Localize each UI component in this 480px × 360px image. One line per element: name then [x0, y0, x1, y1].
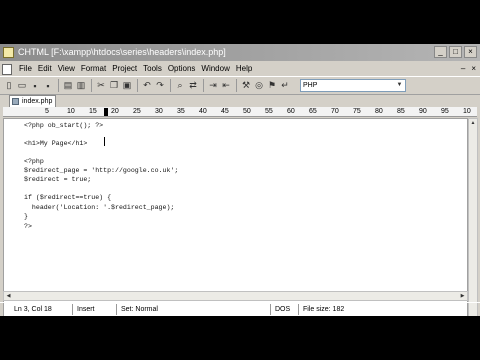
code-line: header('Location: '.$redirect_page); [24, 204, 175, 211]
copy-icon[interactable]: ❐ [108, 80, 120, 92]
find-icon[interactable]: ⌕ [174, 80, 186, 92]
code-line: <?php ob_start(); ?> [24, 122, 104, 129]
code-editor[interactable]: <?php ob_start(); ?> <h1>My Page</h1> <?… [3, 118, 468, 316]
ruler-label: 25 [133, 108, 141, 115]
language-select[interactable]: PHP ▼ [300, 79, 406, 92]
scroll-left-icon[interactable]: ◀ [4, 292, 13, 300]
ruler-label: 45 [221, 108, 229, 115]
text-cursor [104, 137, 105, 146]
tool-icon[interactable]: ⚒ [240, 80, 252, 92]
toolbar-separator [236, 79, 237, 92]
code-line: <?php [24, 158, 44, 165]
code-line: $redirect_page = 'http://google.co.uk'; [24, 167, 179, 174]
indent-icon[interactable]: ⇥ [207, 80, 219, 92]
ruler-label: 20 [111, 108, 119, 115]
save-icon[interactable]: ▪ [29, 80, 41, 92]
ruler-label: 30 [155, 108, 163, 115]
new-file-icon[interactable]: ▯ [3, 80, 15, 92]
line-ending: DOS [270, 304, 290, 315]
ruler-label: 95 [441, 108, 449, 115]
code-line: <h1>My Page</h1> [24, 140, 88, 147]
ruler-label: 40 [199, 108, 207, 115]
cursor-position: Ln 3, Col 18 [14, 306, 52, 313]
menu-tools[interactable]: Tools [140, 62, 165, 76]
vertical-scrollbar[interactable]: ▲ ▼ [468, 118, 478, 316]
ruler-label: 80 [375, 108, 383, 115]
chevron-down-icon: ▼ [396, 82, 403, 88]
ruler-label: 65 [309, 108, 317, 115]
php-file-icon [12, 98, 19, 105]
tab-index-php[interactable]: index.php [9, 95, 57, 107]
toolbar-separator [91, 79, 92, 92]
editor-window: CHTML [F:\xampp\htdocs\series\headers\in… [0, 44, 480, 316]
minimize-button[interactable]: _ [434, 46, 447, 58]
toolbar-separator [170, 79, 171, 92]
paste-icon[interactable]: ▣ [121, 80, 133, 92]
menu-edit[interactable]: Edit [35, 62, 55, 76]
menu-file[interactable]: File [16, 62, 35, 76]
language-value: PHP [303, 82, 318, 89]
doc-close-button[interactable]: × [471, 62, 476, 76]
ruler-label: 60 [287, 108, 295, 115]
window-controls: _ □ × [434, 46, 477, 58]
document-icon [2, 63, 12, 75]
bookmark-icon[interactable]: ⚑ [266, 80, 278, 92]
ruler-label: 75 [353, 108, 361, 115]
ruler-label: 10 [67, 108, 75, 115]
print-icon[interactable]: ▤ [62, 80, 74, 92]
ruler-label: 85 [397, 108, 405, 115]
ruler-label: 70 [331, 108, 339, 115]
print-preview-icon[interactable]: ▥ [75, 80, 87, 92]
toolbar-separator [58, 79, 59, 92]
toolbar-separator [203, 79, 204, 92]
toolbar: ▯ ▭ ▪ ▪ ▤ ▥ ✂ ❐ ▣ ↶ ↷ ⌕ ⇄ ⇥ ⇤ ⚒ ◎ ⚑ ↵ PH… [0, 76, 480, 95]
code-line: $redirect = true; [24, 176, 92, 183]
menu-options[interactable]: Options [165, 62, 199, 76]
menu-project[interactable]: Project [109, 62, 140, 76]
maximize-button[interactable]: □ [449, 46, 462, 58]
ruler-label: 55 [265, 108, 273, 115]
code-line: ?> [24, 223, 32, 230]
menu-help[interactable]: Help [233, 62, 255, 76]
scroll-up-icon[interactable]: ▲ [469, 119, 477, 128]
toolbar-separator [137, 79, 138, 92]
tab-bar: index.php [0, 95, 480, 107]
doc-minimize-button[interactable]: – [461, 62, 465, 76]
tab-label: index.php [22, 98, 53, 105]
ruler-label: 50 [243, 108, 251, 115]
window-title: CHTML [F:\xampp\htdocs\series\headers\in… [18, 47, 226, 57]
status-bar: Ln 3, Col 18 Insert Set: Normal DOS File… [0, 302, 480, 315]
menu-format[interactable]: Format [78, 62, 109, 76]
title-bar: CHTML [F:\xampp\htdocs\series\headers\in… [0, 44, 480, 61]
ruler-label: 90 [419, 108, 427, 115]
ruler-label: 35 [177, 108, 185, 115]
redo-icon[interactable]: ↷ [154, 80, 166, 92]
column-ruler: 5 10 15 20 25 30 35 40 45 50 55 60 65 70… [3, 107, 477, 117]
undo-icon[interactable]: ↶ [141, 80, 153, 92]
close-button[interactable]: × [464, 46, 477, 58]
document-controls: – × [461, 62, 476, 76]
ruler-cursor-marker [104, 108, 108, 116]
browser-icon[interactable]: ◎ [253, 80, 265, 92]
wrap-icon[interactable]: ↵ [279, 80, 291, 92]
edit-mode: Insert [72, 304, 95, 315]
menu-view[interactable]: View [55, 62, 78, 76]
code-line: } [24, 213, 28, 220]
ruler-label: 15 [89, 108, 97, 115]
open-icon[interactable]: ▭ [16, 80, 28, 92]
ruler-label: 10 [463, 108, 471, 115]
code-line: if ($redirect==true) { [24, 194, 112, 201]
replace-icon[interactable]: ⇄ [187, 80, 199, 92]
horizontal-scrollbar[interactable]: ◀ ▶ [3, 291, 468, 301]
cut-icon[interactable]: ✂ [95, 80, 107, 92]
menu-window[interactable]: Window [198, 62, 232, 76]
app-icon [3, 47, 14, 58]
ruler-label: 5 [45, 108, 49, 115]
save-all-icon[interactable]: ▪ [42, 80, 54, 92]
syntax-set: Set: Normal [116, 304, 158, 315]
file-size: File size: 182 [298, 304, 344, 315]
outdent-icon[interactable]: ⇤ [220, 80, 232, 92]
scroll-right-icon[interactable]: ▶ [458, 292, 467, 300]
menu-bar: File Edit View Format Project Tools Opti… [0, 62, 480, 76]
